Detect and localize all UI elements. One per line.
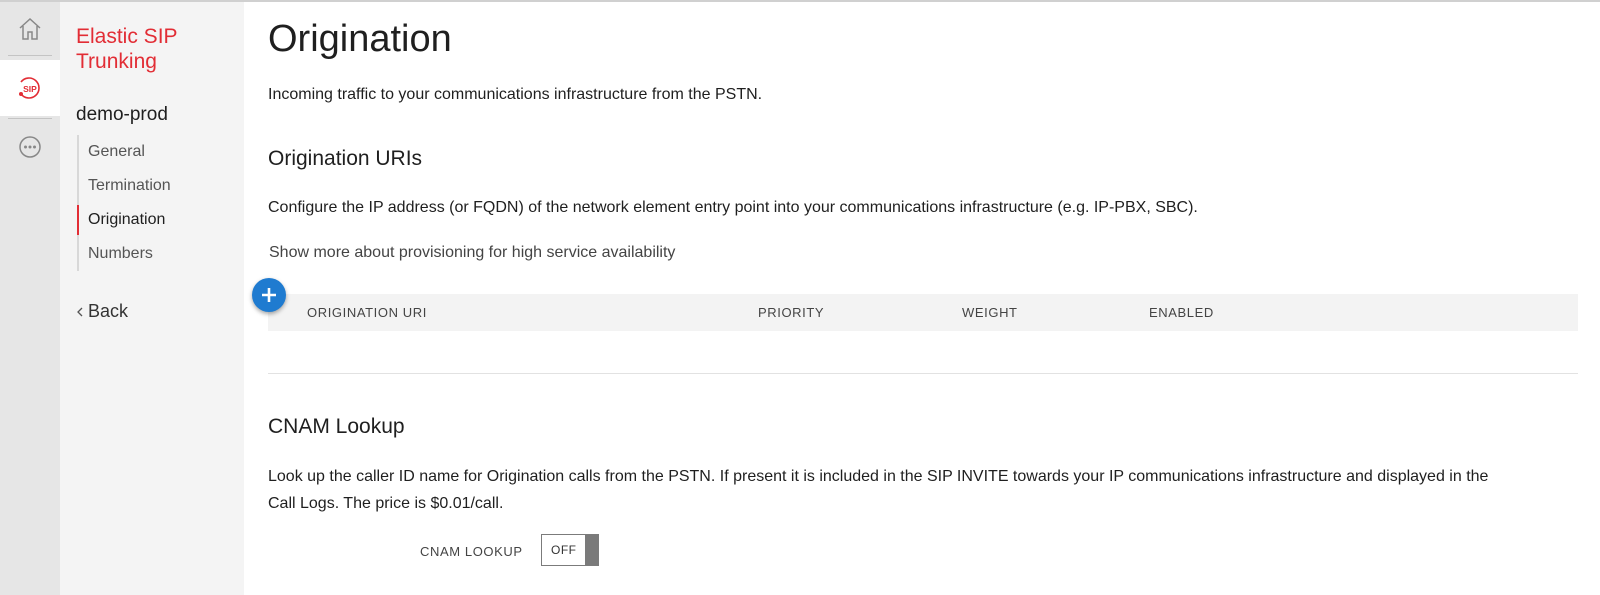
trunk-name: demo-prod: [76, 104, 168, 125]
nav-item-origination[interactable]: Origination: [77, 203, 171, 237]
toggle-knob[interactable]: [585, 535, 598, 565]
sip-icon-label: SIP: [23, 84, 37, 94]
nav-item-general[interactable]: General: [79, 135, 171, 169]
show-more-link[interactable]: Show more about provisioning for high se…: [269, 244, 675, 262]
rail-more[interactable]: [0, 126, 60, 168]
nav-item-numbers[interactable]: Numbers: [79, 237, 171, 271]
rail-divider: [8, 55, 52, 56]
rail-home[interactable]: [0, 6, 60, 52]
plus-icon: [262, 288, 276, 302]
section-nav: Elastic SIP Trunking demo-prod General T…: [60, 2, 244, 595]
icon-rail: SIP: [0, 2, 60, 595]
more-icon: [19, 136, 41, 158]
sip-icon: SIP: [19, 77, 40, 99]
nav-item-termination[interactable]: Termination: [79, 169, 171, 203]
section-divider: [268, 373, 1578, 374]
product-title[interactable]: Elastic SIP Trunking: [76, 24, 226, 74]
column-header-enabled[interactable]: ENABLED: [1149, 305, 1214, 320]
cnam-lookup-label: CNAM LOOKUP: [420, 544, 523, 559]
origination-uris-heading: Origination URIs: [268, 147, 423, 170]
rail-sip[interactable]: SIP: [0, 60, 60, 116]
table-header: ORIGINATION URI PRIORITY WEIGHT ENABLED: [268, 294, 1578, 331]
cnam-description-line2: Call Logs. The price is $0.01/call.: [268, 495, 504, 512]
chevron-left-icon: [77, 307, 83, 316]
cnam-lookup-heading: CNAM Lookup: [268, 415, 405, 438]
page-intro: Incoming traffic to your communications …: [268, 86, 763, 103]
column-header-origination-uri[interactable]: ORIGINATION URI: [307, 305, 427, 320]
nav-list: General Termination Origination Numbers: [77, 135, 171, 271]
column-header-priority[interactable]: PRIORITY: [758, 305, 824, 320]
home-icon: [19, 17, 41, 40]
cnam-description-line1: Look up the caller ID name for Originati…: [268, 468, 1489, 485]
page-title: Origination: [268, 18, 452, 60]
column-header-weight[interactable]: WEIGHT: [962, 305, 1018, 320]
rail-divider: [8, 118, 52, 119]
toggle-state: OFF: [551, 543, 577, 557]
cnam-lookup-toggle[interactable]: OFF: [541, 534, 599, 566]
back-label: Back: [88, 301, 129, 321]
origination-uris-description: Configure the IP address (or FQDN) of th…: [268, 199, 1198, 216]
add-origination-uri-button[interactable]: [252, 278, 286, 312]
back-link[interactable]: Back: [76, 301, 128, 322]
